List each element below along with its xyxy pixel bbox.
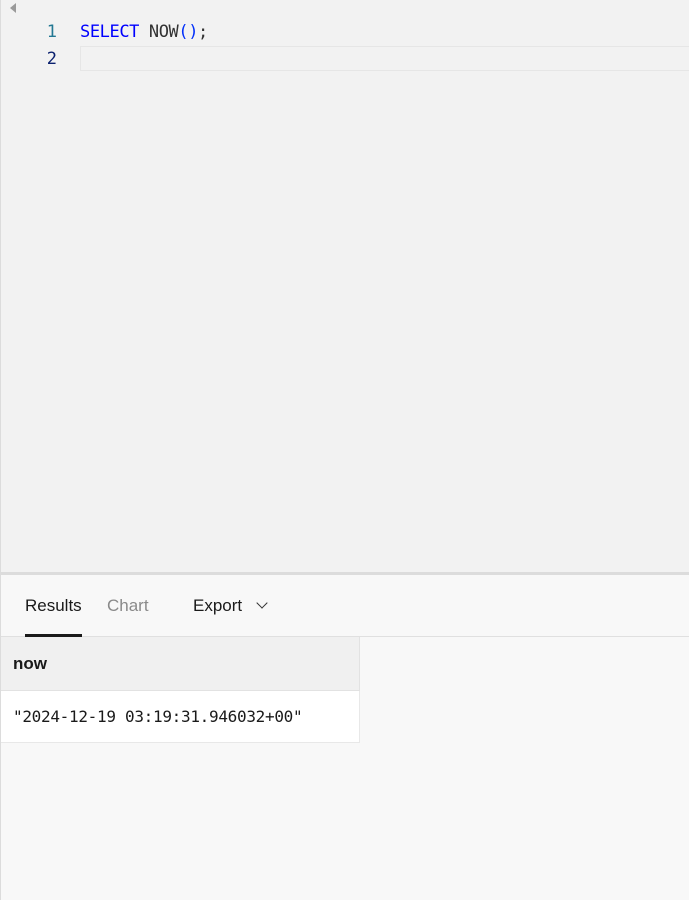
sql-workspace: 1 SELECT NOW(); 2 Results Chart Export n… xyxy=(0,0,689,900)
results-tab-bar: Results Chart Export xyxy=(1,575,689,637)
chevron-down-icon xyxy=(256,597,268,609)
table-cell[interactable]: "2024-12-19 03:19:31.946032+00" xyxy=(1,690,360,743)
tab-results[interactable]: Results xyxy=(25,575,82,637)
line-number: 1 xyxy=(46,22,57,42)
column-header-label: now xyxy=(13,654,47,673)
code-line-2[interactable]: 2 xyxy=(1,46,689,73)
code-line-1[interactable]: 1 SELECT NOW(); xyxy=(1,19,689,46)
line-number: 2 xyxy=(46,49,57,69)
sql-parens: () xyxy=(178,22,199,42)
sql-function: NOW xyxy=(148,22,179,42)
tab-chart[interactable]: Chart xyxy=(107,575,149,637)
cell-value: "2024-12-19 03:19:31.946032+00" xyxy=(13,706,303,726)
current-line-highlight xyxy=(80,46,689,71)
collapse-left-icon[interactable] xyxy=(10,3,16,13)
export-label: Export xyxy=(193,596,243,615)
sql-keyword: SELECT xyxy=(80,22,140,42)
results-grid: now "2024-12-19 03:19:31.946032+00" xyxy=(1,637,360,743)
results-panel: Results Chart Export now "2024-12-19 03:… xyxy=(0,575,689,900)
code-text[interactable]: SELECT NOW(); xyxy=(80,19,208,46)
export-dropdown[interactable]: Export xyxy=(193,575,268,637)
column-header-now[interactable]: now xyxy=(1,637,360,691)
sql-semicolon: ; xyxy=(198,22,208,42)
sql-editor[interactable]: 1 SELECT NOW(); 2 xyxy=(0,0,689,573)
